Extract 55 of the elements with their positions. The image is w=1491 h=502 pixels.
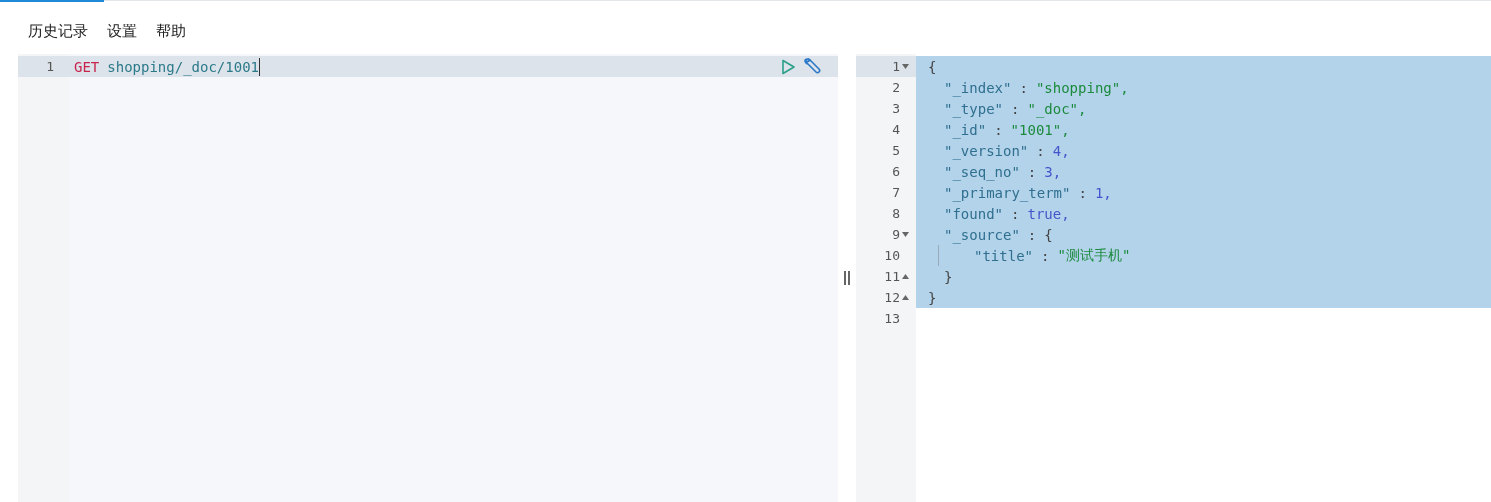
line-number: 11 [856,266,916,287]
fold-up-icon[interactable] [902,295,909,300]
json-string: "_doc", [1027,100,1087,117]
json-key: "title" [974,247,1033,264]
line-number: 5 [891,142,901,160]
json-punctuation: : [1027,226,1037,243]
json-punctuation: : [1036,142,1045,159]
json-number: 3, [1044,163,1062,180]
line-number: 9 [856,224,916,245]
json-boolean: true, [1027,205,1070,222]
json-punctuation: : [1011,205,1020,222]
json-key: "_source" [944,226,1020,243]
json-punctuation: : [1019,79,1028,96]
line-number: 1 [18,56,70,77]
json-punctuation: : [1078,184,1087,201]
wrench-icon[interactable] [802,56,822,77]
fold-down-icon[interactable] [902,64,909,69]
json-punctuation: { [928,58,937,75]
json-number: 4, [1052,142,1070,159]
json-punctuation: } [928,289,937,306]
resize-handle[interactable] [844,271,850,285]
json-key: "_primary_term" [944,184,1071,201]
request-path: shopping/_doc/1001 [107,58,259,75]
menu-item[interactable]: 设置 [107,22,137,36]
json-string: "shopping", [1035,79,1129,96]
json-punctuation: : [1041,247,1050,264]
line-number: 7 [891,184,901,202]
http-method: GET [74,58,100,75]
line-number: 3 [891,100,901,118]
json-key: "found" [944,205,1003,222]
json-key: "_type" [944,100,1003,117]
line-number: 4 [891,121,901,139]
line-number: 10 [883,247,901,265]
json-punctuation: : [994,121,1003,138]
line-number: 13 [883,310,901,328]
fold-down-icon[interactable] [902,232,909,237]
json-punctuation: : [1011,100,1020,117]
json-key: "_index" [944,79,1012,96]
json-key: "_seq_no" [944,163,1020,180]
json-punctuation: } [944,268,953,285]
line-number: 6 [891,163,901,181]
line-number: 2 [891,79,901,97]
line-number: 8 [891,205,901,223]
fold-up-icon[interactable] [902,274,909,279]
menu-item[interactable]: 帮助 [156,22,186,36]
json-punctuation: : [1027,163,1037,180]
json-key: "_version" [944,142,1029,159]
json-string: "测试手机" [1057,246,1131,265]
line-number: 1 [856,56,916,77]
request-editor[interactable]: 1 GET shopping/_doc/1001 [18,54,838,502]
json-string: "1001", [1010,121,1070,138]
line-number: 12 [856,287,916,308]
json-key: "_id" [944,121,987,138]
json-punctuation: { [1044,226,1053,243]
json-number: 1, [1094,184,1112,201]
